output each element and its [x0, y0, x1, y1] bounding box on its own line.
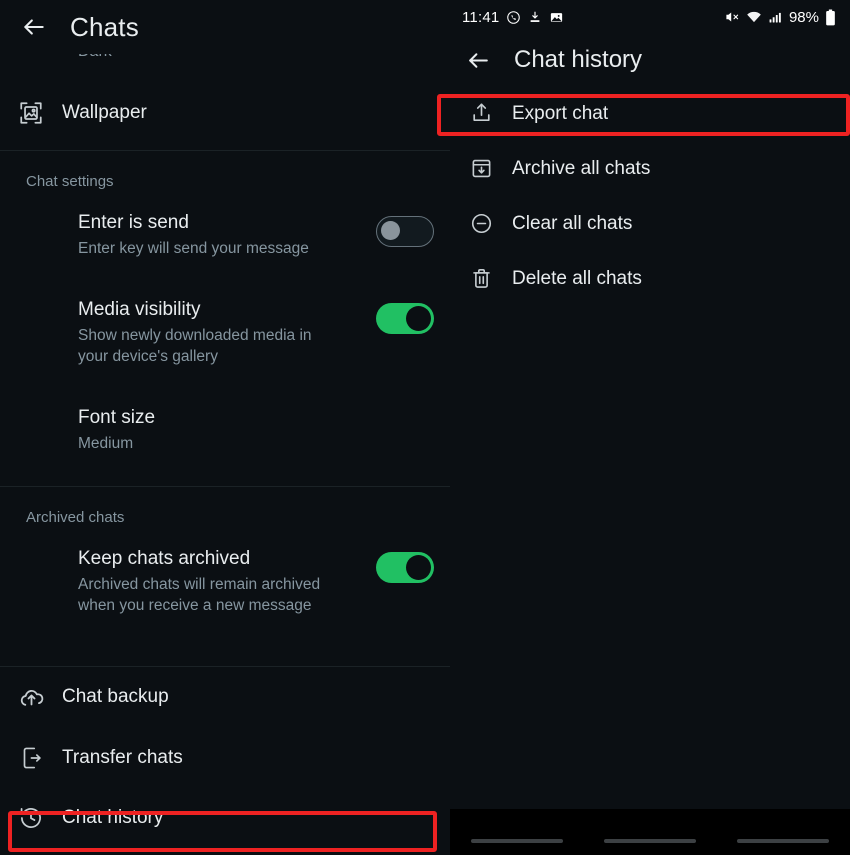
export-upload-icon: [450, 101, 512, 126]
menu-item-label: Clear all chats: [512, 212, 633, 234]
status-bar: 11:41 98%: [450, 0, 850, 34]
setting-title: Enter is send: [78, 212, 189, 233]
menu-item-delete-all-chats[interactable]: Delete all chats: [450, 251, 850, 306]
menu-item-clear-all-chats[interactable]: Clear all chats: [450, 196, 850, 251]
whatsapp-icon: [506, 10, 521, 25]
sidebar-item-transfer-chats[interactable]: Transfer chats: [0, 727, 450, 788]
status-bar-left: 11:41: [462, 9, 724, 26]
mute-icon: [724, 9, 740, 25]
archived-chats-section-title: Archived chats: [26, 509, 125, 526]
page-title: Chats: [70, 11, 139, 42]
menu-item-label: Export chat: [512, 102, 609, 124]
chat-settings-section-title: Chat settings: [26, 173, 114, 190]
toggle-knob: [406, 555, 431, 580]
page-title: Chat history: [514, 46, 643, 73]
media-visibility-toggle[interactable]: [376, 303, 434, 334]
setting-text: Font size Medium: [78, 405, 434, 454]
setting-subtitle: Archived chats will remain archived when…: [78, 576, 321, 614]
battery-icon: [825, 9, 836, 26]
wallpaper-image-icon: [0, 100, 62, 126]
menu-item-label: Delete all chats: [512, 267, 642, 289]
enter-is-send-toggle[interactable]: [376, 216, 434, 247]
theme-value-clipped-row[interactable]: Dark: [0, 54, 450, 76]
setting-font-size[interactable]: Font size Medium: [0, 395, 450, 464]
sidebar-item-label: Transfer chats: [62, 746, 183, 768]
image-icon: [549, 10, 564, 25]
system-navigation-bar: [450, 809, 850, 855]
setting-subtitle: Enter key will send your message: [78, 240, 309, 257]
setting-title: Media visibility: [78, 299, 201, 320]
chats-settings-panel: Chats Dark Wallpaper Chat settings: [0, 0, 450, 855]
sidebar-item-chat-history[interactable]: Chat history: [0, 788, 450, 848]
signal-icon: [768, 10, 783, 25]
screen-root: Chats Dark Wallpaper Chat settings: [0, 0, 850, 855]
setting-title: Keep chats archived: [78, 548, 251, 569]
wifi-icon: [746, 9, 762, 25]
circle-minus-icon: [450, 211, 512, 236]
arrow-left-icon[interactable]: [14, 7, 54, 47]
left-panel-header: Chats: [0, 0, 450, 54]
toggle-knob: [406, 306, 431, 331]
menu-item-label: Archive all chats: [512, 157, 651, 179]
menu-item-archive-all-chats[interactable]: Archive all chats: [450, 141, 850, 196]
status-bar-clock: 11:41: [462, 8, 500, 26]
theme-value-label: Dark: [78, 54, 112, 61]
setting-subtitle: Show newly downloaded media in your devi…: [78, 327, 312, 365]
keep-chats-archived-toggle[interactable]: [376, 552, 434, 583]
battery-percent-label: 98%: [788, 8, 819, 26]
sidebar-item-label: Chat backup: [62, 686, 169, 707]
setting-keep-chats-archived[interactable]: Keep chats archived Archived chats will …: [0, 536, 450, 626]
toggle-knob: [381, 221, 400, 240]
sidebar-item-wallpaper[interactable]: Wallpaper: [0, 76, 450, 150]
phone-transfer-icon: [0, 745, 62, 771]
sidebar-item-chat-backup[interactable]: Chat backup: [0, 667, 450, 727]
setting-subtitle: Medium: [78, 435, 134, 452]
nav-bar-line[interactable]: [603, 839, 696, 843]
nav-bar-line[interactable]: [470, 839, 563, 843]
cloud-upload-icon: [0, 684, 62, 711]
setting-enter-is-send[interactable]: Enter is send Enter key will send your m…: [0, 200, 450, 269]
sidebar-item-label: Chat history: [62, 807, 164, 828]
download-icon: [528, 10, 542, 24]
status-bar-right: 98%: [724, 9, 836, 26]
nav-bar-line[interactable]: [737, 839, 830, 843]
setting-title: Font size: [78, 407, 156, 428]
chat-history-panel: 11:41 98% Chat history Export chat Archi…: [450, 0, 850, 855]
sidebar-item-label: Wallpaper: [62, 102, 147, 123]
setting-text: Keep chats archived Archived chats will …: [78, 546, 376, 616]
archive-box-icon: [450, 156, 512, 181]
trash-icon: [450, 266, 512, 291]
arrow-left-icon[interactable]: [458, 40, 498, 80]
setting-media-visibility[interactable]: Media visibility Show newly downloaded m…: [0, 287, 450, 377]
right-panel-header: Chat history: [450, 34, 850, 86]
menu-item-export-chat[interactable]: Export chat: [450, 86, 850, 141]
history-clock-icon: [0, 805, 62, 831]
setting-text: Media visibility Show newly downloaded m…: [78, 297, 376, 367]
setting-text: Enter is send Enter key will send your m…: [78, 210, 376, 259]
